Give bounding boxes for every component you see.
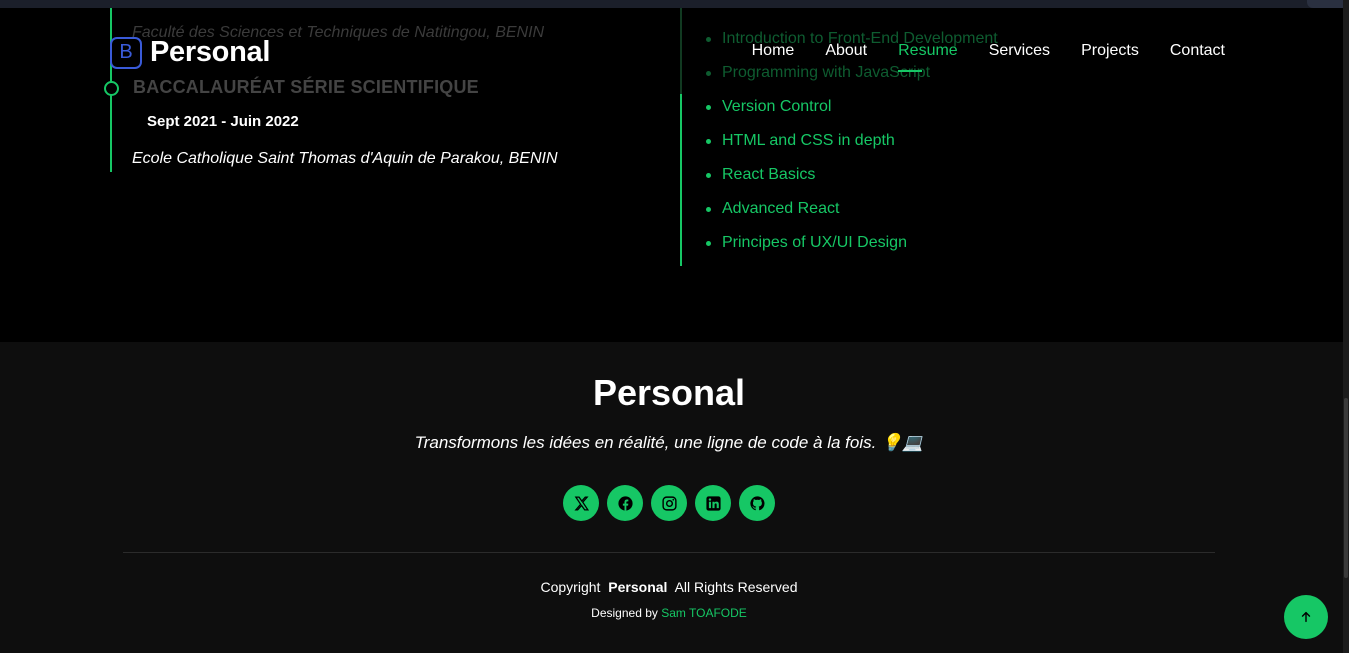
page-scrollbar[interactable]	[1343, 0, 1349, 653]
course-item: Principes of UX/UI Design	[706, 232, 998, 266]
nav-projects[interactable]: Projects	[1081, 42, 1139, 66]
browser-top-strip	[0, 0, 1349, 8]
social-links	[563, 485, 775, 521]
designer-link[interactable]: Sam TOAFODE	[661, 606, 747, 620]
education-school: Ecole Catholique Saint Thomas d'Aquin de…	[132, 150, 558, 167]
brand-name: Personal	[150, 36, 271, 68]
site-header: B Personal Home About Resume Services Pr…	[0, 8, 1343, 96]
github-link[interactable]	[739, 485, 775, 521]
nav-about[interactable]: About	[825, 42, 867, 66]
facebook-icon	[617, 495, 633, 511]
education-date: Sept 2021 - Juin 2022	[147, 113, 299, 130]
copyright-name: Personal	[608, 579, 668, 595]
x-twitter-link[interactable]	[563, 485, 599, 521]
designed-by-line: Designed by Sam TOAFODE	[0, 606, 1338, 620]
linkedin-icon	[705, 495, 721, 511]
instagram-link[interactable]	[651, 485, 687, 521]
site-footer: Personal Transformons les idées en réali…	[0, 342, 1343, 653]
course-item: Version Control	[706, 96, 998, 130]
github-icon	[749, 495, 764, 510]
linkedin-link[interactable]	[695, 485, 731, 521]
copyright-prefix: Copyright	[540, 579, 601, 595]
courses-timeline-line	[680, 94, 682, 266]
nav-services[interactable]: Services	[989, 42, 1050, 66]
bootstrap-logo-icon: B	[110, 36, 142, 69]
instagram-icon	[661, 495, 677, 511]
course-item: React Basics	[706, 164, 998, 198]
brand-logo-link[interactable]: B Personal	[110, 36, 270, 69]
course-item: HTML and CSS in depth	[706, 130, 998, 164]
arrow-up-icon	[1301, 611, 1311, 623]
back-to-top-button[interactable]	[1284, 595, 1328, 639]
nav-contact[interactable]: Contact	[1170, 42, 1225, 66]
nav-resume[interactable]: Resume	[898, 42, 958, 72]
copyright-suffix: All Rights Reserved	[674, 579, 798, 595]
x-icon	[573, 495, 589, 511]
copyright-line: Copyright Personal All Rights Reserved	[0, 579, 1338, 595]
scrollbar-thumb[interactable]	[1344, 398, 1348, 578]
footer-tagline: Transformons les idées en réalité, une l…	[414, 433, 924, 452]
nav-home[interactable]: Home	[752, 42, 795, 66]
footer-title: Personal	[592, 372, 746, 413]
footer-divider	[123, 552, 1215, 553]
facebook-link[interactable]	[607, 485, 643, 521]
main-nav: Home About Resume Services Projects Cont…	[752, 42, 1225, 72]
designed-prefix: Designed by	[591, 606, 658, 620]
course-item: Advanced React	[706, 198, 998, 232]
